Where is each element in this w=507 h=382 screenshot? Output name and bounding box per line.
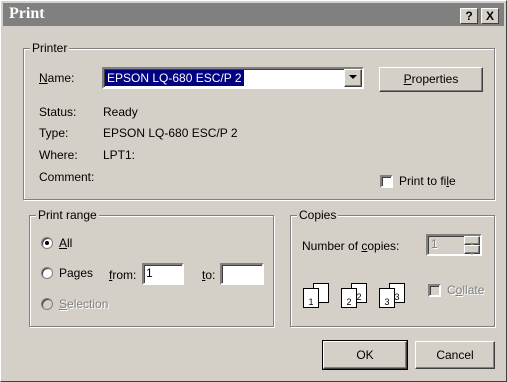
from-label: from: — [109, 268, 137, 282]
spinner-up-button[interactable] — [464, 236, 480, 246]
pages-label[interactable]: Pages — [59, 266, 93, 280]
all-radio[interactable] — [41, 237, 53, 249]
comment-label: Comment: — [39, 170, 95, 184]
name-label: Name: — [39, 71, 75, 85]
radio-selected-dot — [45, 241, 49, 245]
cancel-button[interactable]: Cancel — [415, 341, 495, 369]
dropdown-arrow-button[interactable] — [344, 69, 362, 87]
copies-group: Copies — [290, 208, 495, 327]
all-label[interactable]: All — [59, 236, 72, 250]
status-value: Ready — [103, 105, 138, 119]
copies-value: 1 — [431, 237, 438, 251]
from-input[interactable]: 1 — [142, 263, 184, 285]
chevron-down-icon — [349, 75, 357, 79]
close-button[interactable]: X — [481, 8, 499, 24]
printer-name-select[interactable]: EPSON LQ-680 ESC/P 2 — [102, 67, 364, 89]
chevron-down-icon — [469, 252, 475, 255]
copies-legend: Copies — [297, 208, 339, 222]
status-label: Status: — [39, 105, 77, 119]
copies-spinner[interactable]: 1 — [426, 234, 482, 256]
from-value: 1 — [146, 266, 153, 280]
printer-legend: Printer — [30, 41, 70, 55]
spinner-down-button[interactable] — [464, 245, 480, 255]
help-button[interactable]: ? — [460, 8, 478, 24]
collate-label[interactable]: Collate — [447, 283, 484, 297]
where-value: LPT1: — [103, 148, 136, 162]
selection-radio[interactable] — [41, 298, 53, 310]
type-value: EPSON LQ-680 ESC/P 2 — [103, 126, 238, 140]
page-icon: 1 — [303, 288, 319, 308]
selection-label[interactable]: Selection — [59, 297, 108, 311]
type-label: Type: — [39, 126, 69, 140]
title-bar[interactable]: Print ? X — [3, 3, 504, 26]
properties-button[interactable]: Properties — [379, 67, 483, 92]
ok-button[interactable]: OK — [322, 340, 408, 370]
to-input[interactable] — [220, 263, 264, 285]
printer-name-value: EPSON LQ-680 ESC/P 2 — [105, 70, 244, 86]
where-label: Where: — [39, 148, 78, 162]
print-range-legend: Print range — [36, 208, 99, 222]
dialog-title: Print — [9, 5, 45, 22]
number-of-copies-label: Number of copies: — [302, 239, 400, 253]
print-to-file-checkbox[interactable] — [380, 175, 393, 188]
print-dialog: Print ? X Printer Name: EPSON LQ-680 ESC… — [0, 0, 507, 382]
page-icon: 2 — [341, 288, 357, 308]
pages-radio[interactable] — [41, 267, 53, 279]
collate-checkbox[interactable] — [428, 284, 441, 297]
print-to-file-label[interactable]: Print to file — [399, 174, 456, 188]
page-icon: 3 — [379, 288, 395, 308]
to-label: to: — [202, 268, 216, 282]
